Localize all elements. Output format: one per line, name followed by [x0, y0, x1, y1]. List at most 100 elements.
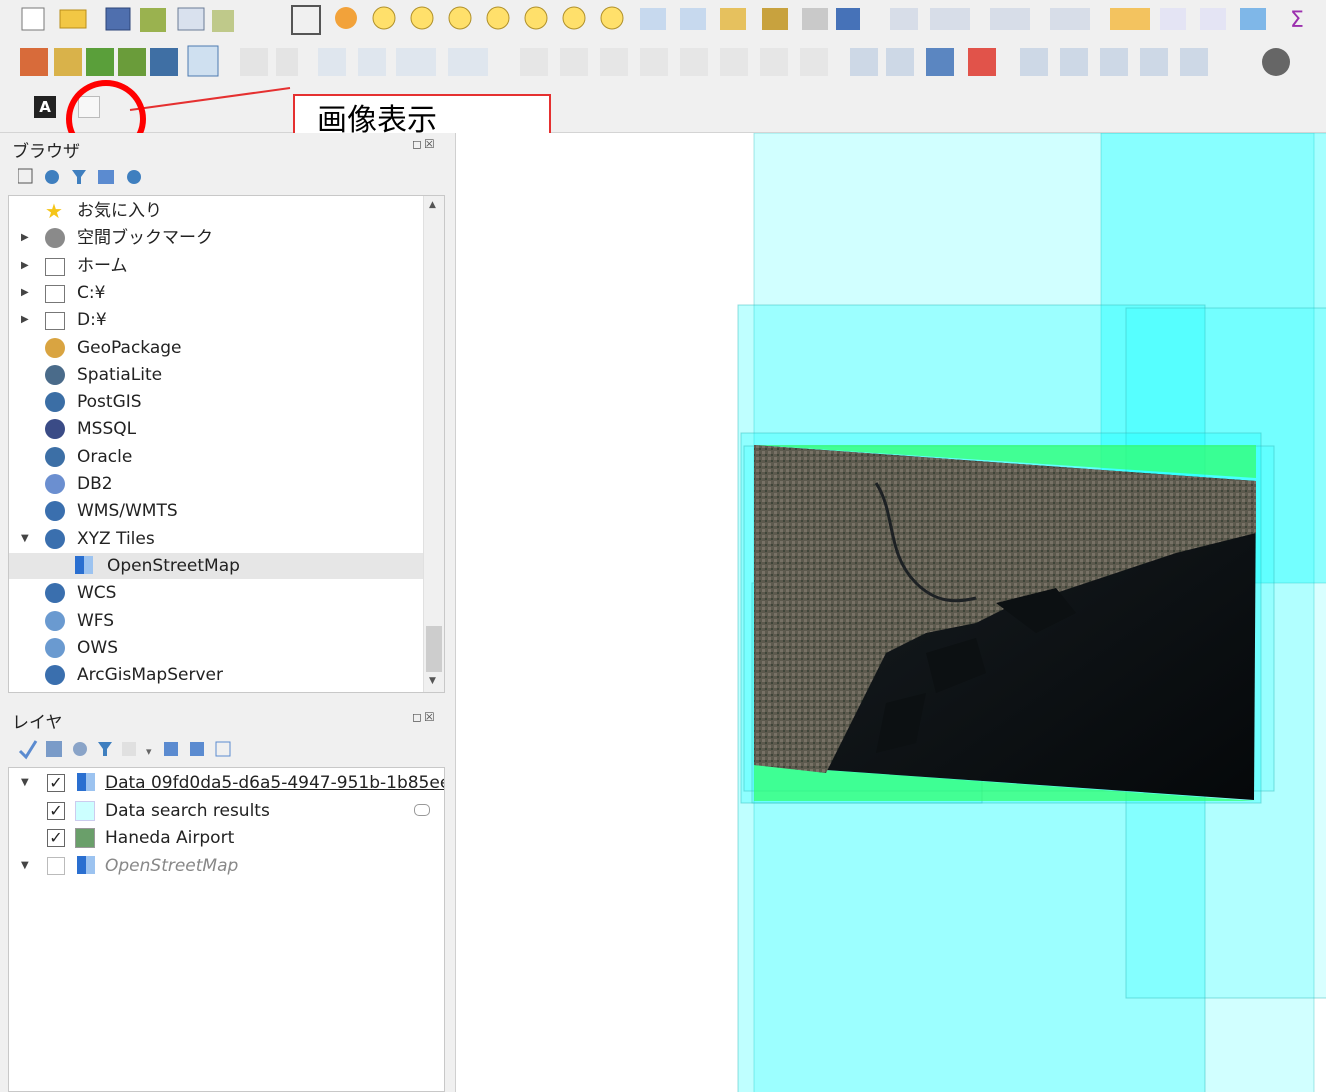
layer-indicator-icon[interactable]: [414, 803, 430, 816]
browser-item[interactable]: OpenStreetMap: [9, 552, 425, 579]
filter-icon[interactable]: [72, 170, 86, 184]
browser-item[interactable]: ▶ ホーム: [9, 253, 425, 279]
map-features: [737, 133, 1326, 1092]
toolbar-row-2-icons: [20, 45, 1290, 77]
browser-item[interactable]: ArcGisMapServer: [9, 662, 425, 688]
browser-item-label: WMS/WMTS: [77, 501, 178, 522]
spatialite-feather-icon: [45, 364, 65, 385]
toolbar-row-2-group[interactable]: [20, 45, 1290, 77]
collapse-arrow-icon[interactable]: ▼: [21, 778, 31, 788]
browser-item-label: ArcGisMapServer: [77, 665, 223, 686]
layer-visibility-checkbox[interactable]: ✓: [47, 829, 65, 847]
light-cyan-swatch: [75, 800, 95, 821]
browser-item[interactable]: ▶ C:¥: [9, 280, 425, 306]
tiles-icon: [77, 773, 95, 791]
add-selected-icon[interactable]: [18, 168, 33, 184]
folder-icon: [45, 312, 65, 331]
layer-item[interactable]: ✓ Data search results: [9, 798, 444, 824]
browser-item-label: D:¥: [77, 310, 107, 331]
browser-item[interactable]: Oracle: [9, 444, 425, 470]
layer-visibility-checkbox[interactable]: [47, 856, 65, 875]
refresh-icon[interactable]: [45, 170, 59, 184]
browser-item[interactable]: ▶ D:¥: [9, 307, 425, 333]
browser-item-label: OpenStreetMap: [107, 555, 240, 576]
layer-item-label: Data search results: [105, 800, 270, 821]
browser-item[interactable]: ★ お気に入り: [9, 198, 425, 224]
layers-panel-float-close-icon[interactable]: ◻☒: [412, 710, 437, 724]
expand-arrow-icon[interactable]: ▶: [21, 287, 31, 298]
browser-item-label: お気に入り: [77, 201, 162, 221]
map-theme-icon[interactable]: [73, 742, 87, 756]
star-icon: ★: [45, 199, 63, 223]
globe-icon: [45, 528, 65, 549]
filter-legend-icon[interactable]: [98, 742, 112, 756]
browser-item[interactable]: WMS/WMTS: [9, 498, 425, 524]
info-icon[interactable]: [127, 170, 141, 184]
layer-item[interactable]: ✓ Haneda Airport: [9, 825, 444, 851]
tiles-icon: [75, 555, 93, 574]
layer-item[interactable]: ▼ ✓ Data 09fd0da5-d6a5-4947-951b-1b85ee: [9, 770, 444, 796]
home-folder-icon: [45, 257, 65, 276]
mssql-icon: [45, 419, 65, 440]
browser-item[interactable]: SpatiaLite: [9, 362, 425, 388]
browser-item-label: PostGIS: [77, 392, 142, 413]
filter-expression-icon[interactable]: [122, 742, 136, 756]
label-toolbar-icon[interactable]: A: [34, 96, 56, 118]
layer-visibility-checkbox[interactable]: ✓: [47, 801, 65, 820]
oracle-icon: [45, 446, 65, 467]
arcgis-globe-icon: [45, 665, 65, 686]
browser-item-label: WFS: [77, 610, 115, 631]
svg-text:Σ: Σ: [1290, 8, 1304, 33]
browser-item[interactable]: ▶ 空間ブックマーク: [9, 225, 425, 251]
browser-scrollbar[interactable]: ▲ ▼: [423, 196, 444, 692]
browser-panel-float-close-icon[interactable]: ◻☒: [412, 137, 437, 151]
browser-item-label: GeoPackage: [77, 337, 182, 358]
browser-item[interactable]: WFS: [9, 608, 425, 634]
postgis-elephant-icon: [45, 392, 65, 413]
tiles-icon: [77, 855, 95, 874]
wcs-globe-icon: [45, 583, 65, 604]
browser-item[interactable]: WCS: [9, 580, 425, 606]
collapse-all-layers-icon[interactable]: [190, 742, 204, 756]
collapse-arrow-icon[interactable]: ▼: [21, 860, 31, 871]
satellite-image[interactable]: [754, 445, 1256, 800]
collapse-all-icon[interactable]: [98, 170, 114, 184]
browser-item-label: OWS: [77, 637, 118, 658]
layer-item-label: OpenStreetMap: [105, 855, 239, 876]
browser-item[interactable]: PostGIS: [9, 389, 425, 415]
browser-item[interactable]: OWS: [9, 635, 425, 661]
browser-item[interactable]: GeoPackage: [9, 335, 425, 361]
wfs-globe-icon: [45, 610, 65, 631]
browser-item-label: MSSQL: [77, 419, 137, 440]
browser-panel-toolbar: [18, 168, 141, 184]
toolbar-row-2: [0, 38, 1326, 86]
expand-arrow-icon[interactable]: ▶: [21, 315, 31, 325]
toolbar-row-1: Σ: [0, 0, 1326, 38]
browser-tree: ★ お気に入り ▶ 空間ブックマーク ▶ ホーム ▶ C:¥ ▶ D:¥ GeoPackage Spa…: [8, 195, 445, 693]
db2-icon: [45, 474, 65, 494]
collapse-arrow-icon[interactable]: ▼: [21, 533, 31, 544]
expand-all-icon[interactable]: [164, 742, 178, 756]
expand-arrow-icon[interactable]: ▶: [21, 260, 31, 271]
layer-visibility-checkbox[interactable]: ✓: [47, 774, 65, 792]
remove-layer-icon[interactable]: [215, 741, 231, 757]
layer-item[interactable]: ▼ OpenStreetMap: [9, 853, 444, 879]
layers-panel-title: レイヤ: [12, 713, 63, 733]
style-manager-icon[interactable]: [18, 740, 38, 760]
layers-tree: ▼ ✓ Data 09fd0da5-d6a5-4947-951b-1b85ee ✓ Da…: [8, 767, 445, 1092]
bookmark-icon: [45, 228, 65, 249]
browser-panel-title: ブラウザ: [12, 142, 80, 162]
ows-globe-icon: [45, 637, 65, 658]
browser-item-label: ホーム: [77, 255, 128, 276]
browser-item[interactable]: MSSQL: [9, 416, 425, 442]
toolbar-row-3: A: [0, 86, 1326, 133]
toolbar-row-1-group[interactable]: Σ: [21, 5, 1304, 35]
browser-item[interactable]: DB2: [9, 471, 425, 497]
geopackage-icon: [45, 337, 65, 358]
map-canvas[interactable]: [455, 133, 1326, 1092]
layer-item-label: Haneda Airport: [105, 828, 235, 848]
expand-arrow-icon[interactable]: ▶: [21, 233, 31, 243]
browser-item-label: WCS: [77, 583, 117, 604]
browser-item[interactable]: ▼ XYZ Tiles: [9, 526, 425, 552]
add-group-icon[interactable]: [46, 741, 62, 757]
